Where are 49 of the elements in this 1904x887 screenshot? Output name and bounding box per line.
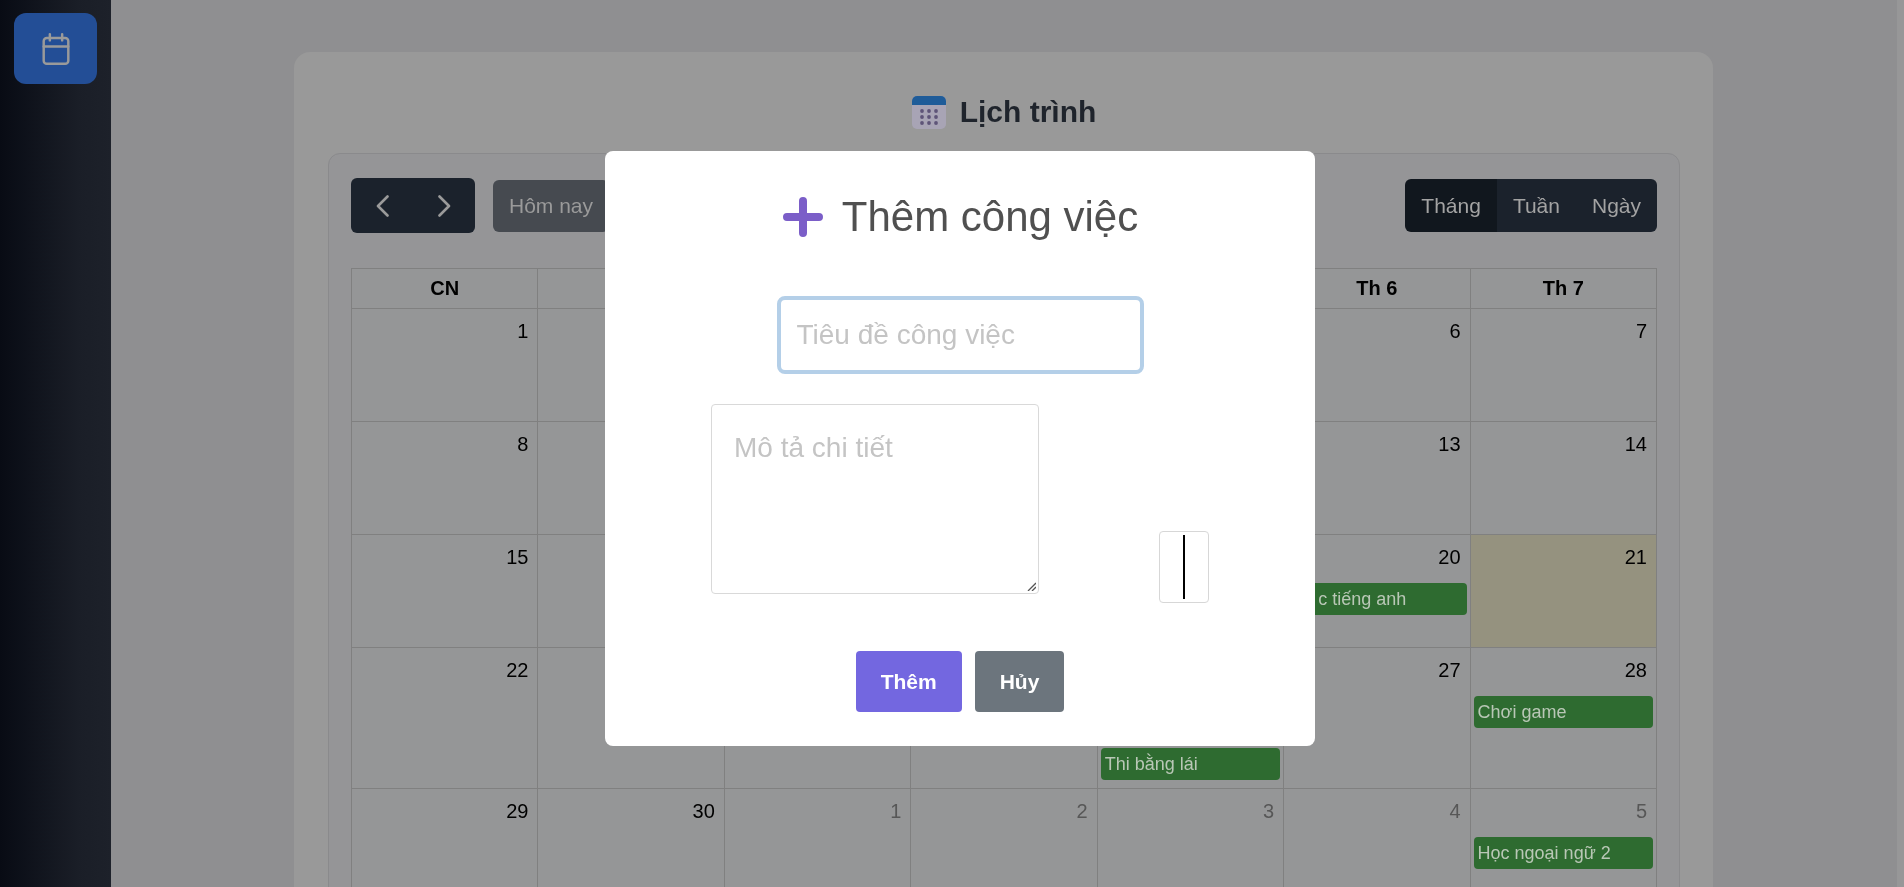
day-number: 3 [1263,799,1275,824]
calendar-icon [911,95,946,129]
day-cell[interactable]: 21 [1470,535,1657,648]
add-button[interactable]: Thêm [855,651,962,712]
day-cell[interactable]: 14 [1470,422,1657,535]
day-number: 14 [1624,432,1647,457]
cancel-button[interactable]: Hủy [974,651,1065,712]
day-number: 13 [1438,432,1461,457]
dialog-title: Thêm công việc [841,193,1139,241]
description-textarea[interactable]: Mô tả chi tiết [711,404,1039,594]
event-chip[interactable]: Thi bằng lái [1100,748,1281,780]
calendar-icon [40,32,71,65]
day-number: 1 [517,319,529,344]
previous-button[interactable] [351,178,413,233]
color-picker-field[interactable] [1159,531,1209,603]
chevron-right-icon [437,194,451,217]
day-number: 1 [890,799,902,824]
day-number: 5 [1635,799,1647,824]
day-cell[interactable]: 8 [352,422,539,535]
view-tab[interactable]: Tháng [1405,179,1497,232]
day-number: 30 [692,799,715,824]
event-chip[interactable]: Chơi game [1473,696,1653,728]
resize-grip-icon[interactable] [1026,581,1036,591]
calendar-nav-button[interactable] [14,13,97,84]
day-number: 7 [1635,319,1647,344]
event-chip[interactable]: Học ngoại ngữ 2 [1473,837,1653,869]
day-cell[interactable]: 1 [352,309,539,422]
day-number: 8 [517,432,529,457]
day-number: 29 [506,799,529,824]
next-button[interactable] [413,178,475,233]
day-number: 6 [1449,319,1461,344]
page-title: Lịch trình [959,94,1097,130]
day-cell[interactable]: 28 Chơi game [1470,648,1657,789]
day-cell[interactable]: 7 [1470,309,1657,422]
day-number: 21 [1624,545,1647,570]
day-cell[interactable]: 15 [352,535,539,648]
day-number: 28 [1624,658,1647,683]
day-number: 2 [1076,799,1088,824]
day-number: 22 [506,658,529,683]
day-cell[interactable]: 22 [352,648,539,789]
day-number: 4 [1449,799,1461,824]
plus-icon [781,197,824,237]
day-number: 20 [1438,545,1461,570]
task-title-input[interactable]: Tiêu đề công việc [776,296,1144,374]
view-tab[interactable]: Ngày [1575,179,1657,232]
day-number: 15 [506,545,529,570]
chevron-left-icon [375,194,389,217]
view-tab[interactable]: Tuần [1496,179,1576,232]
day-number: 27 [1438,658,1461,683]
